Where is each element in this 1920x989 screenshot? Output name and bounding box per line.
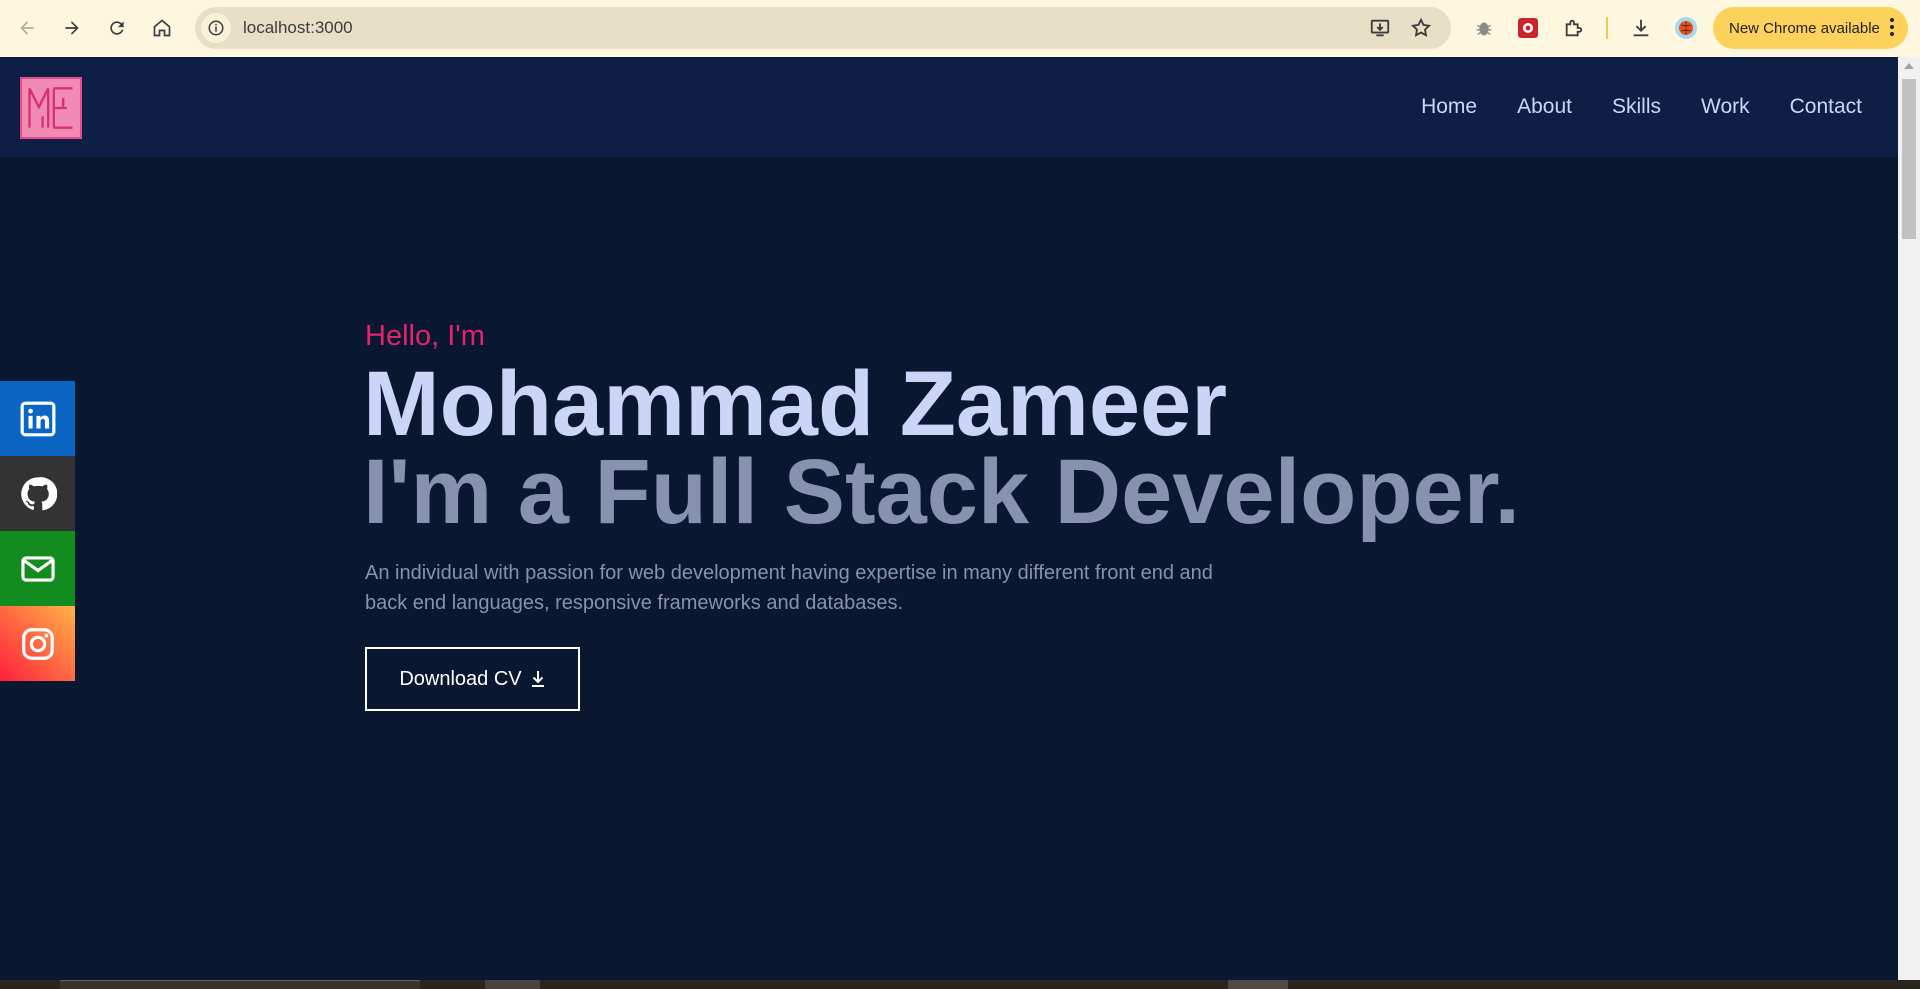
page-scrollbar[interactable] — [1898, 57, 1920, 980]
address-bar[interactable]: localhost:3000 — [195, 7, 1451, 49]
downloads-icon[interactable] — [1629, 16, 1653, 40]
bookmark-star-icon[interactable] — [1410, 17, 1432, 39]
reload-button[interactable] — [103, 14, 131, 42]
site-header: Home About Skills Work Contact — [0, 57, 1898, 157]
back-button[interactable] — [13, 14, 41, 42]
hero-section: Hello, I'm Mohammad Zameer I'm a Full St… — [0, 157, 1898, 980]
github-icon — [20, 476, 57, 510]
site-info-button[interactable] — [201, 13, 231, 43]
browser-toolbar: localhost:3000 New Chrome available — [0, 0, 1920, 57]
main-nav: Home About Skills Work Contact — [1421, 95, 1862, 119]
install-app-icon[interactable] — [1369, 17, 1391, 39]
hero-bio: An individual with passion for web devel… — [365, 562, 1213, 614]
url-text[interactable]: localhost:3000 — [243, 18, 353, 38]
nav-contact[interactable]: Contact — [1790, 95, 1862, 119]
instagram-icon — [21, 627, 54, 660]
reload-icon — [110, 21, 124, 35]
toolbar-divider — [1606, 17, 1608, 39]
linkedin-link[interactable] — [0, 381, 75, 456]
taskbar-item[interactable] — [60, 980, 420, 989]
email-link[interactable] — [0, 531, 75, 606]
home-icon — [153, 19, 171, 37]
more-menu-icon[interactable] — [1890, 18, 1894, 39]
github-link[interactable] — [0, 456, 75, 531]
info-icon — [208, 20, 224, 36]
nav-skills[interactable]: Skills — [1612, 95, 1661, 119]
hero-greeting: Hello, I'm — [365, 320, 485, 352]
new-chrome-available-button[interactable]: New Chrome available — [1713, 7, 1908, 49]
extensions-puzzle-icon[interactable] — [1562, 16, 1586, 40]
update-label: New Chrome available — [1729, 19, 1880, 37]
nav-about[interactable]: About — [1517, 95, 1572, 119]
download-icon — [531, 671, 544, 687]
instagram-link[interactable] — [0, 606, 75, 681]
arrow-left-icon — [20, 21, 34, 35]
profile-avatar-icon[interactable] — [1674, 16, 1698, 40]
red-extension-icon[interactable] — [1516, 16, 1540, 40]
arrow-right-icon — [65, 21, 79, 35]
taskbar-item[interactable] — [1228, 980, 1288, 989]
scroll-up-arrow-icon[interactable] — [1904, 63, 1914, 69]
scrollbar-thumb[interactable] — [1902, 79, 1916, 239]
download-cv-label: Download CV — [399, 667, 522, 690]
os-taskbar — [0, 980, 1920, 989]
logo-mark-icon — [28, 87, 73, 129]
mail-icon — [20, 555, 55, 582]
bug-extension-icon[interactable] — [1472, 16, 1496, 40]
download-cv-button[interactable]: Download CV — [365, 647, 580, 711]
nav-work[interactable]: Work — [1701, 95, 1750, 119]
hero-role: I'm a Full Stack Developer. — [363, 441, 1521, 543]
linkedin-icon — [20, 401, 55, 436]
social-links — [0, 381, 75, 681]
forward-button[interactable] — [58, 14, 86, 42]
taskbar-item[interactable] — [485, 980, 540, 989]
nav-home[interactable]: Home — [1421, 95, 1477, 119]
site-logo[interactable] — [20, 77, 82, 139]
home-button[interactable] — [148, 14, 176, 42]
